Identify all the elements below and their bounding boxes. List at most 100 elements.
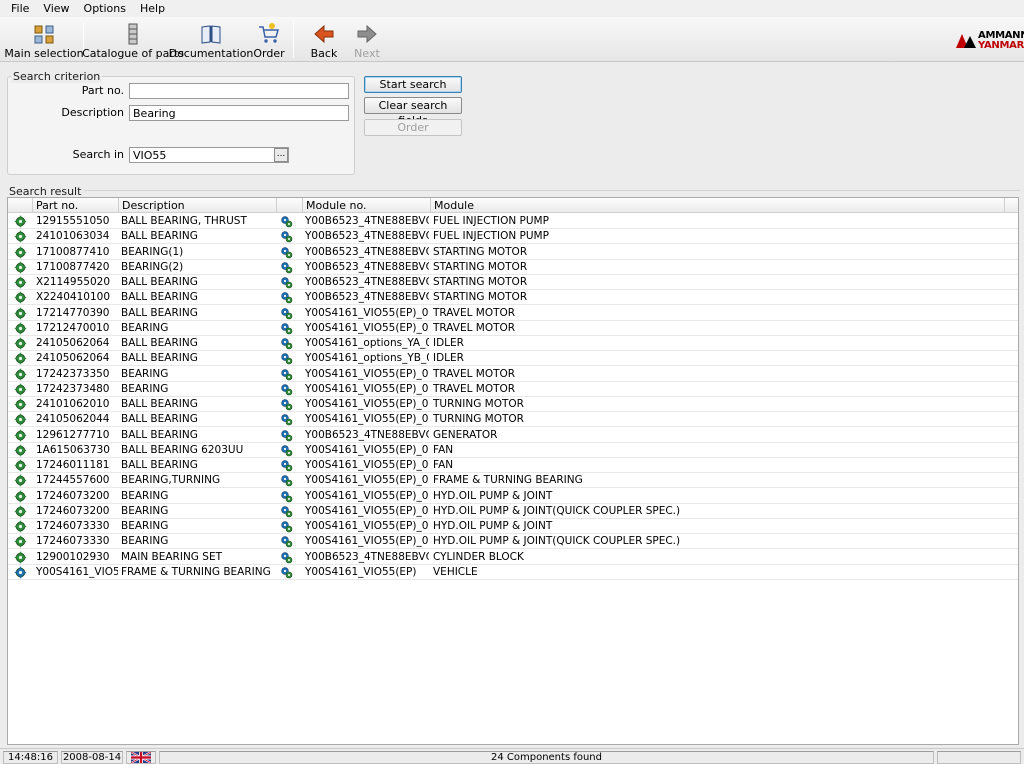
module-gears-icon bbox=[281, 384, 293, 396]
table-row[interactable]: 12915551050 BALL BEARING, THRUST Y00B6523_… bbox=[8, 214, 1018, 229]
cell-module-no: Y00B6523_4TNE88EBVC_011 bbox=[305, 215, 429, 227]
part-gear-icon bbox=[14, 536, 27, 548]
logo-text-yanmar: YANMAR bbox=[978, 40, 1024, 51]
cell-module: GENERATOR bbox=[433, 428, 498, 441]
order-toolbar-button[interactable]: Order bbox=[253, 20, 285, 60]
part-gear-icon bbox=[14, 307, 27, 319]
table-row[interactable]: 17100877420 BEARING(2) Y00B6523_4TNE88EBVC… bbox=[8, 260, 1018, 275]
start-search-button[interactable]: Start search bbox=[364, 76, 462, 93]
documentation-button[interactable]: Documentation bbox=[169, 20, 253, 60]
status-language[interactable] bbox=[126, 751, 156, 764]
description-input[interactable] bbox=[129, 105, 349, 121]
cell-module: HYD.OIL PUMP & JOINT bbox=[433, 489, 553, 502]
cell-description: BEARING bbox=[121, 321, 169, 334]
part-gear-icon bbox=[14, 231, 27, 243]
part-gear-icon bbox=[14, 261, 27, 273]
table-row[interactable]: 17246073330 BEARING Y00S4161_VIO55(EP)_028… bbox=[8, 519, 1018, 534]
module-gears-icon bbox=[281, 521, 293, 533]
table-row[interactable]: 17100877410 BEARING(1) Y00B6523_4TNE88EBVC… bbox=[8, 245, 1018, 260]
catalogue-icon bbox=[128, 23, 138, 45]
clear-search-fields-button[interactable]: Clear search fields bbox=[364, 97, 462, 127]
menu-options[interactable]: Options bbox=[77, 0, 133, 17]
header-module[interactable]: Module bbox=[431, 198, 1005, 213]
cell-description: MAIN BEARING SET bbox=[121, 550, 222, 563]
module-gears-icon bbox=[281, 399, 293, 411]
cell-part-no: 12961277710 bbox=[36, 428, 110, 441]
cell-description: FRAME & TURNING BEARING bbox=[121, 565, 271, 578]
module-gears-icon bbox=[281, 368, 293, 380]
search-in-input[interactable] bbox=[129, 147, 289, 163]
cell-module: FRAME & TURNING BEARING bbox=[433, 474, 583, 487]
cell-module: HYD.OIL PUMP & JOINT(QUICK COUPLER SPEC.… bbox=[433, 504, 681, 517]
cell-description: BEARING bbox=[121, 520, 169, 532]
table-row[interactable]: 17244557600 BEARING,TURNING Y00S4161_VIO55… bbox=[8, 473, 1018, 489]
cell-part-no: 24105062064 bbox=[36, 337, 110, 349]
search-in-browse-button[interactable]: ... bbox=[274, 148, 288, 162]
table-row[interactable]: 24105062044 BALL BEARING Y00S4161_VIO55(EP… bbox=[8, 412, 1018, 428]
module-gears-icon bbox=[281, 506, 293, 518]
table-row[interactable]: 24105062064 BALL BEARING Y00S4161_options_… bbox=[8, 336, 1018, 351]
book-icon bbox=[201, 25, 221, 44]
part-gear-icon bbox=[14, 414, 27, 426]
order-toolbar-label: Order bbox=[253, 47, 285, 60]
cell-description: BALL BEARING bbox=[121, 306, 198, 319]
catalogue-button[interactable]: Catalogue of parts bbox=[82, 20, 184, 60]
table-row[interactable]: 24101062010 BALL BEARING Y00S4161_VIO55(EP… bbox=[8, 397, 1018, 412]
menu-view[interactable]: View bbox=[36, 0, 76, 17]
table-row[interactable]: 17246011181 BALL BEARING Y00S4161_VIO55(EP… bbox=[8, 458, 1018, 473]
table-row[interactable]: 12900102930 MAIN BEARING SET Y00B6523_4TNE… bbox=[8, 550, 1018, 565]
cell-description: BALL BEARING bbox=[121, 459, 198, 471]
menu-help[interactable]: Help bbox=[133, 0, 172, 17]
cell-module: TURNING MOTOR bbox=[433, 398, 524, 410]
table-row[interactable]: 17212470010 BEARING Y00S4161_VIO55(EP)_038… bbox=[8, 321, 1018, 336]
table-row[interactable]: 17242373480 BEARING Y00S4161_VIO55(EP)_038… bbox=[8, 382, 1018, 397]
part-gear-icon bbox=[14, 520, 27, 533]
toolbar-separator bbox=[293, 22, 294, 58]
back-button[interactable]: Back bbox=[310, 20, 338, 60]
part-gear-icon bbox=[14, 383, 27, 395]
part-gear-icon bbox=[14, 475, 27, 487]
table-row[interactable]: X2114955020 BALL BEARING Y00B6523_4TNE88EB… bbox=[8, 275, 1018, 290]
header-description[interactable]: Description bbox=[119, 198, 277, 213]
table-row[interactable]: Y00S4161_VIO55(EP)_0FRAME & TURNING BEAR… bbox=[8, 565, 1018, 580]
table-row[interactable]: 1A615063730 BALL BEARING 6203UU Y00S4161_V… bbox=[8, 443, 1018, 458]
table-row[interactable]: 17246073200 BEARING Y00S4161_VIO55(EP)_029… bbox=[8, 504, 1018, 519]
cell-module: TRAVEL MOTOR bbox=[433, 321, 516, 334]
grid-header: Part no. Description Module no. Module bbox=[8, 198, 1018, 213]
header-part-no[interactable]: Part no. bbox=[33, 198, 119, 213]
main-selection-button[interactable]: Main selection bbox=[4, 20, 84, 60]
table-row[interactable]: 24101063034 BALL BEARING Y00B6523_4TNE88EB… bbox=[8, 229, 1018, 245]
cell-part-no: 24101062010 bbox=[36, 398, 110, 410]
cell-module: HYD.OIL PUMP & JOINT bbox=[433, 520, 553, 532]
cell-module-no: Y00B6523_4TNE88EBVC_015 bbox=[305, 260, 429, 273]
table-row[interactable]: X2240410100 BALL BEARING Y00B6523_4TNE88EB… bbox=[8, 290, 1018, 306]
cell-description: BALL BEARING bbox=[121, 398, 198, 410]
table-row[interactable]: 17214770390 BALL BEARING Y00S4161_VIO55(EP… bbox=[8, 306, 1018, 321]
description-label: Description bbox=[61, 106, 124, 119]
table-row[interactable]: 12961277710 BALL BEARING Y00B6523_4TNE88EB… bbox=[8, 428, 1018, 443]
cell-description: BALL BEARING bbox=[121, 230, 198, 243]
cell-module-no: Y00S4161_VIO55(EP)_039 bbox=[305, 413, 429, 426]
cell-description: BALL BEARING, THRUST bbox=[121, 215, 247, 227]
part-no-input[interactable] bbox=[129, 83, 349, 99]
table-row[interactable]: 17246073330 BEARING Y00S4161_VIO55(EP)_029… bbox=[8, 534, 1018, 550]
header-module-no[interactable]: Module no. bbox=[303, 198, 431, 213]
table-row[interactable]: 17246073200 BEARING Y00S4161_VIO55(EP)_028… bbox=[8, 489, 1018, 504]
part-gear-icon bbox=[14, 368, 27, 380]
order-button[interactable]: Order bbox=[364, 119, 462, 136]
part-gear-icon bbox=[14, 215, 27, 228]
table-row[interactable]: 17242373350 BEARING Y00S4161_VIO55(EP)_038… bbox=[8, 367, 1018, 382]
cell-module-no: Y00S4161_VIO55(EP) bbox=[305, 565, 417, 578]
cell-part-no: 17246073200 bbox=[36, 489, 110, 502]
module-gears-icon bbox=[281, 338, 293, 350]
cell-description: BEARING,TURNING bbox=[121, 474, 221, 487]
menu-file[interactable]: File bbox=[4, 0, 36, 17]
next-button[interactable]: Next bbox=[353, 20, 381, 60]
search-result-grid[interactable]: Part no. Description Module no. Module 1… bbox=[7, 197, 1019, 745]
module-gears-icon bbox=[281, 323, 293, 335]
module-gears-icon bbox=[281, 231, 293, 243]
header-icon-column bbox=[8, 198, 33, 213]
cell-part-no: 12900102930 bbox=[36, 550, 110, 563]
table-row[interactable]: 24105062064 BALL BEARING Y00S4161_options_… bbox=[8, 351, 1018, 367]
ammann-yanmar-logo: AMMANN YANMAR bbox=[956, 30, 1024, 52]
